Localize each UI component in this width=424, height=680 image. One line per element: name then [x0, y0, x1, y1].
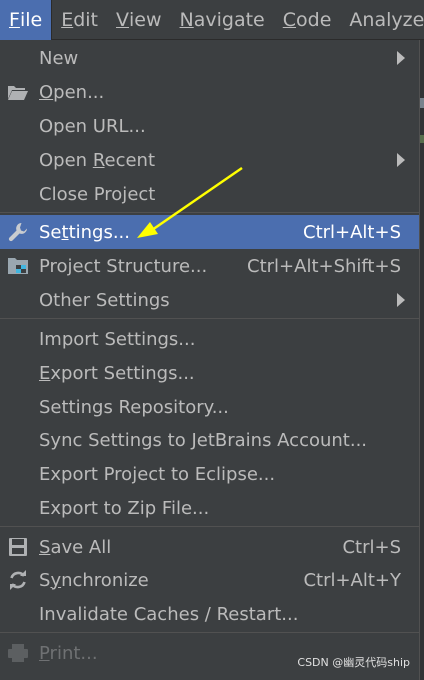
print-icon: [6, 641, 30, 665]
watermark: CSDN @幽灵代码ship: [297, 656, 410, 669]
menu-navigate-rest: avigate: [193, 8, 265, 31]
menu-analyze[interactable]: Analyze: [340, 0, 424, 40]
editor-edge-mark: [420, 135, 424, 143]
menu-view-mnemonic: V: [116, 8, 129, 31]
menu-item-settings-label: Settings...: [39, 221, 130, 243]
menu-item-invalidate-caches-label: Invalidate Caches / Restart...: [39, 603, 299, 625]
menu-item-sync-settings-label: Sync Settings to JetBrains Account...: [39, 429, 368, 451]
menu-item-print-label: Print...: [39, 642, 98, 664]
menu-item-close-project-label: Close Project: [39, 183, 156, 205]
menu-item-project-structure-label: Project Structure...: [39, 255, 208, 277]
menu-item-project-structure[interactable]: Project Structure... Ctrl+Alt+Shift+S: [0, 249, 419, 283]
menu-item-settings-repository-label: Settings Repository...: [39, 396, 229, 418]
menu-edit-rest: dit: [73, 8, 98, 31]
menu-view-rest: iew: [129, 8, 162, 31]
menu-item-open-recent-label: Open Recent: [39, 149, 156, 171]
sync-icon: [6, 568, 30, 592]
menu-item-sync-settings[interactable]: Sync Settings to JetBrains Account...: [0, 423, 419, 457]
menu-item-synchronize-shortcut: Ctrl+Alt+Y: [303, 569, 401, 591]
menu-item-export-eclipse-label: Export Project to Eclipse...: [39, 463, 276, 485]
submenu-arrow-icon: [397, 51, 405, 65]
menu-item-import-settings-label: Import Settings...: [39, 328, 196, 350]
menu-item-new-label: New: [39, 47, 79, 69]
menu-item-settings-repository[interactable]: Settings Repository...: [0, 390, 419, 424]
menu-item-save-all[interactable]: Save All Ctrl+S: [0, 530, 419, 564]
menu-item-open-url-label: Open URL...: [39, 115, 146, 137]
menu-item-open-recent[interactable]: Open Recent: [0, 143, 419, 177]
menu-edit[interactable]: Edit: [52, 0, 107, 40]
menu-navigate-mnemonic: N: [179, 8, 194, 31]
menu-code-mnemonic: C: [282, 8, 297, 31]
wrench-icon: [6, 220, 30, 244]
menu-navigate[interactable]: Navigate: [171, 0, 274, 40]
menu-item-export-settings-label: Export Settings...: [39, 362, 195, 384]
menu-item-settings[interactable]: Settings... Ctrl+Alt+S: [0, 215, 419, 249]
menu-item-synchronize[interactable]: Synchronize Ctrl+Alt+Y: [0, 563, 419, 597]
menu-item-export-zip-label: Export to Zip File...: [39, 497, 210, 519]
menu-item-other-settings[interactable]: Other Settings: [0, 283, 419, 317]
menu-item-open[interactable]: Open...: [0, 75, 419, 109]
menu-item-export-eclipse[interactable]: Export Project to Eclipse...: [0, 457, 419, 491]
menu-separator: [0, 526, 419, 527]
menu-item-synchronize-label: Synchronize: [39, 569, 149, 591]
menu-item-other-settings-label: Other Settings: [39, 289, 170, 311]
menu-code-rest: ode: [296, 8, 332, 31]
menu-file-mnemonic: F: [9, 8, 20, 31]
menu-item-import-settings[interactable]: Import Settings...: [0, 322, 419, 356]
menu-item-new[interactable]: New: [0, 41, 419, 75]
menu-analyze-label: Analyze: [349, 8, 424, 31]
menu-item-export-zip[interactable]: Export to Zip File...: [0, 491, 419, 525]
menu-separator: [0, 212, 419, 213]
file-menu-dropdown: New Open... Open URL... Open Recent Clos…: [0, 40, 420, 680]
editor-edge-mark: [420, 98, 424, 108]
menu-bar: File Edit View Navigate Code Analyze: [0, 0, 424, 40]
menu-item-close-project[interactable]: Close Project: [0, 177, 419, 211]
menu-item-invalidate-caches[interactable]: Invalidate Caches / Restart...: [0, 597, 419, 631]
menu-view[interactable]: View: [107, 0, 171, 40]
menu-item-open-url[interactable]: Open URL...: [0, 109, 419, 143]
folder-open-icon: [6, 80, 30, 104]
menu-code[interactable]: Code: [274, 0, 341, 40]
menu-item-open-label: Open...: [39, 81, 105, 103]
menu-file-rest: ile: [19, 8, 43, 31]
project-structure-icon: [6, 254, 30, 278]
menu-item-export-settings[interactable]: Export Settings...: [0, 356, 419, 390]
menu-item-project-structure-shortcut: Ctrl+Alt+Shift+S: [247, 255, 401, 277]
menu-separator: [0, 318, 419, 319]
menu-file[interactable]: File: [0, 0, 53, 40]
menu-edit-mnemonic: E: [61, 8, 74, 31]
menu-item-save-all-shortcut: Ctrl+S: [342, 536, 401, 558]
submenu-arrow-icon: [397, 293, 405, 307]
submenu-arrow-icon: [397, 153, 405, 167]
save-icon: [6, 535, 30, 559]
menu-item-save-all-label: Save All: [39, 536, 112, 558]
menu-separator: [0, 632, 419, 633]
menu-item-settings-shortcut: Ctrl+Alt+S: [303, 221, 401, 243]
